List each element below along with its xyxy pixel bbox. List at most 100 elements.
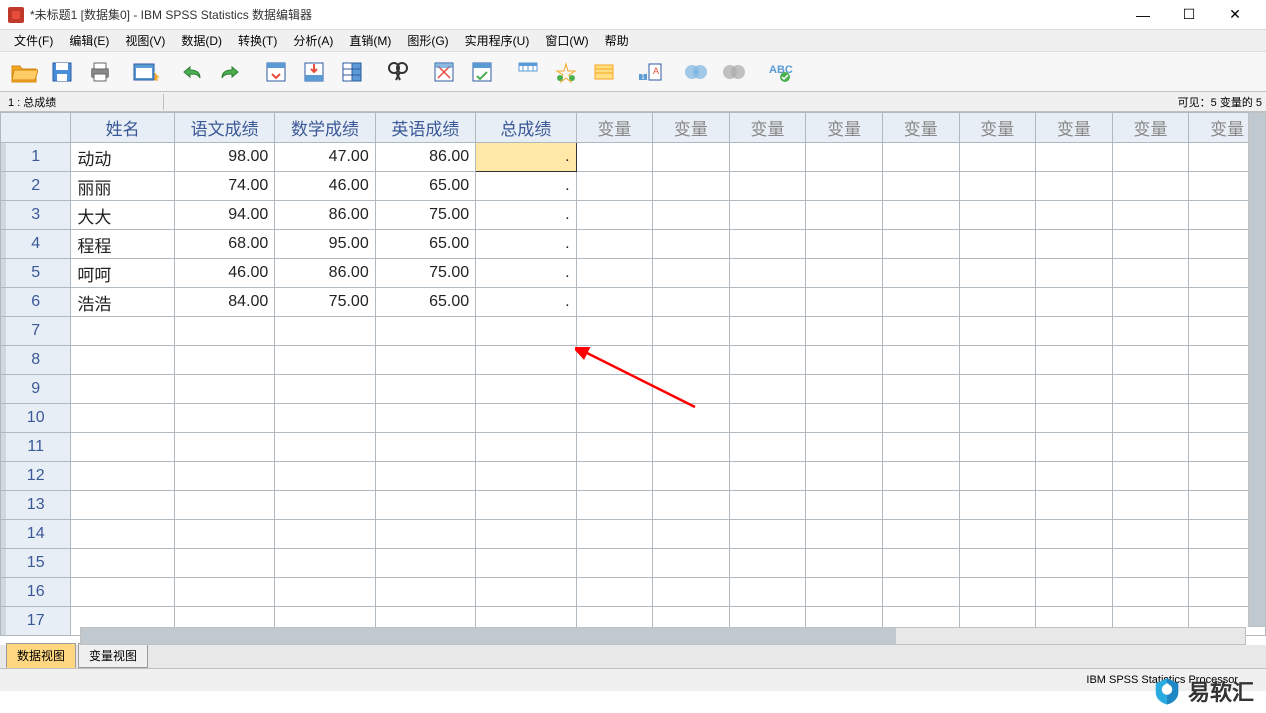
cell[interactable]	[959, 404, 1036, 433]
cell[interactable]	[882, 230, 959, 259]
cell[interactable]	[882, 491, 959, 520]
cell[interactable]	[806, 520, 883, 549]
cell[interactable]	[959, 520, 1036, 549]
col-header-var[interactable]: 变量	[959, 113, 1036, 143]
cell[interactable]	[1112, 259, 1189, 288]
cell[interactable]	[653, 259, 730, 288]
cell[interactable]	[576, 201, 653, 230]
cell[interactable]	[653, 433, 730, 462]
cell[interactable]	[729, 375, 806, 404]
cell[interactable]	[375, 346, 475, 375]
cell[interactable]: .	[476, 230, 576, 259]
cell[interactable]	[576, 230, 653, 259]
cell[interactable]: 98.00	[174, 143, 274, 172]
weight-cases-icon[interactable]	[510, 55, 546, 89]
cell[interactable]	[375, 520, 475, 549]
cell[interactable]	[576, 317, 653, 346]
cell[interactable]: 46.00	[275, 172, 375, 201]
cell[interactable]	[476, 491, 576, 520]
cell[interactable]	[1112, 491, 1189, 520]
col-header-chinese[interactable]: 语文成绩	[174, 113, 274, 143]
open-icon[interactable]	[6, 55, 42, 89]
cell[interactable]	[1036, 520, 1113, 549]
cell[interactable]	[1112, 288, 1189, 317]
cell[interactable]	[576, 578, 653, 607]
cell[interactable]	[882, 433, 959, 462]
cell[interactable]	[806, 433, 883, 462]
cell[interactable]	[1036, 317, 1113, 346]
cell[interactable]	[375, 462, 475, 491]
cell[interactable]	[806, 143, 883, 172]
cell[interactable]	[959, 201, 1036, 230]
cell[interactable]	[476, 578, 576, 607]
cell[interactable]	[882, 404, 959, 433]
cell[interactable]: 74.00	[174, 172, 274, 201]
row-header[interactable]: 9	[1, 375, 71, 404]
cell[interactable]	[375, 549, 475, 578]
cell[interactable]	[275, 578, 375, 607]
cell[interactable]	[1112, 404, 1189, 433]
cell[interactable]	[959, 259, 1036, 288]
cell[interactable]	[729, 230, 806, 259]
menu-file[interactable]: 文件(F)	[6, 30, 61, 51]
cell[interactable]	[71, 404, 175, 433]
sets-icon[interactable]	[678, 55, 714, 89]
tab-variable-view[interactable]: 变量视图	[78, 643, 148, 668]
col-header-var[interactable]: 变量	[576, 113, 653, 143]
cell[interactable]	[653, 462, 730, 491]
col-header-name[interactable]: 姓名	[71, 113, 175, 143]
cell[interactable]	[71, 433, 175, 462]
cell[interactable]	[653, 549, 730, 578]
cell[interactable]	[576, 288, 653, 317]
cell[interactable]	[1036, 288, 1113, 317]
cell[interactable]	[1036, 433, 1113, 462]
cell[interactable]	[653, 143, 730, 172]
cell[interactable]	[275, 520, 375, 549]
cell[interactable]	[653, 317, 730, 346]
redo-icon[interactable]	[212, 55, 248, 89]
cell[interactable]	[729, 520, 806, 549]
cell[interactable]	[1036, 143, 1113, 172]
cell[interactable]: 65.00	[375, 288, 475, 317]
cell[interactable]	[653, 520, 730, 549]
print-icon[interactable]	[82, 55, 118, 89]
cell[interactable]: 46.00	[174, 259, 274, 288]
value-labels-icon[interactable]	[548, 55, 584, 89]
cell[interactable]	[1112, 230, 1189, 259]
cell[interactable]	[806, 288, 883, 317]
split-file-icon[interactable]	[426, 55, 462, 89]
row-header[interactable]: 4	[1, 230, 71, 259]
cell[interactable]	[806, 578, 883, 607]
cell[interactable]	[959, 143, 1036, 172]
select-cases-icon[interactable]	[464, 55, 500, 89]
cell[interactable]	[71, 520, 175, 549]
cell[interactable]	[1036, 404, 1113, 433]
cell[interactable]	[729, 578, 806, 607]
cell[interactable]	[275, 346, 375, 375]
cell[interactable]	[806, 317, 883, 346]
cell[interactable]	[959, 375, 1036, 404]
cell[interactable]	[882, 288, 959, 317]
cell[interactable]	[576, 491, 653, 520]
cell[interactable]	[882, 259, 959, 288]
cell[interactable]: 86.00	[375, 143, 475, 172]
cell[interactable]	[576, 172, 653, 201]
cell[interactable]	[729, 143, 806, 172]
cell[interactable]	[882, 172, 959, 201]
col-header-var[interactable]: 变量	[1112, 113, 1189, 143]
cell[interactable]	[806, 549, 883, 578]
cell[interactable]	[375, 491, 475, 520]
col-header-var[interactable]: 变量	[806, 113, 883, 143]
cell[interactable]	[1036, 230, 1113, 259]
cell[interactable]: 86.00	[275, 259, 375, 288]
cell[interactable]	[476, 520, 576, 549]
cell[interactable]	[275, 491, 375, 520]
cell[interactable]	[576, 404, 653, 433]
cell[interactable]	[1112, 172, 1189, 201]
cell[interactable]	[806, 491, 883, 520]
cell[interactable]	[959, 172, 1036, 201]
cell[interactable]	[174, 433, 274, 462]
cell[interactable]	[806, 230, 883, 259]
cell[interactable]	[476, 433, 576, 462]
cell[interactable]	[174, 549, 274, 578]
